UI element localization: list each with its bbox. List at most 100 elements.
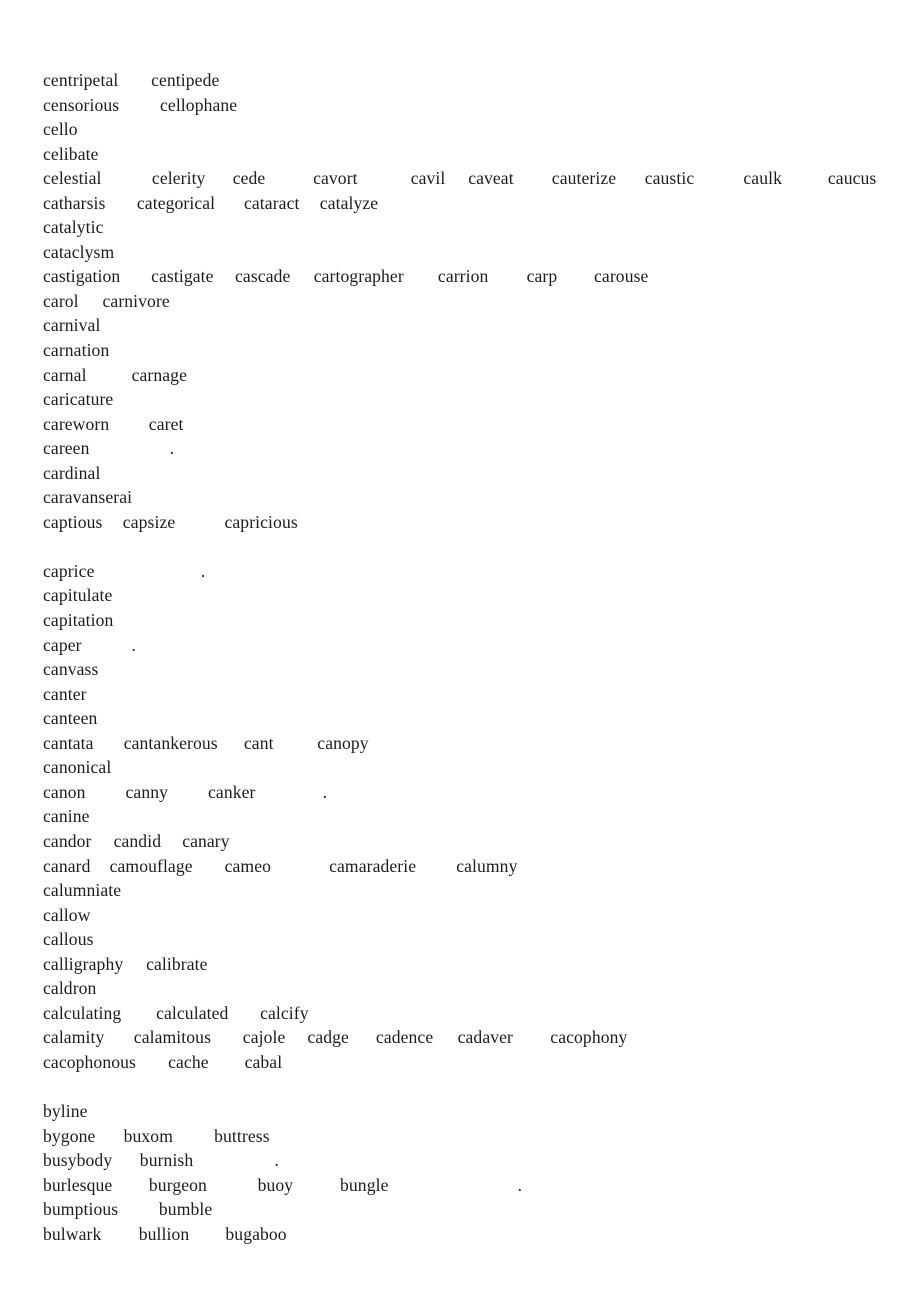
period-mark: . (517, 1174, 523, 1195)
word-line: cacophonous cache cabal (43, 1050, 903, 1075)
word: celerity (151, 168, 206, 189)
word-line: carnal carnage (43, 363, 903, 388)
word: calumniate (43, 880, 122, 901)
word-line: canteen (43, 706, 903, 731)
word: bulwark (43, 1223, 102, 1244)
word: capsize (122, 511, 176, 532)
word: capricious (224, 511, 298, 532)
word-line: callow (43, 903, 903, 928)
word: cacophony (550, 1027, 628, 1048)
word: caravanserai (43, 487, 133, 508)
word: cavort (313, 168, 358, 189)
word: candid (113, 830, 162, 851)
word: canter (43, 683, 87, 704)
word: caucus (827, 168, 877, 189)
word-list: centripetal centipede censorious cellophane… (43, 68, 903, 1246)
period-mark: . (131, 634, 136, 655)
word-line: careen. (43, 436, 903, 461)
word: bullion (138, 1223, 190, 1244)
word: cabal (244, 1051, 283, 1072)
word-line: busybody burnish. (43, 1148, 903, 1173)
word-line: caravanserai (43, 485, 903, 510)
word-line: cello (43, 117, 903, 142)
word: buoy (257, 1174, 294, 1195)
word-line: calumniate (43, 878, 903, 903)
word: callow (43, 904, 91, 925)
word: caustic (644, 168, 695, 189)
word-line: bumptious bumble (43, 1197, 903, 1222)
word: cascade (235, 266, 291, 287)
word-line: censorious cellophane (43, 93, 903, 118)
word: burgeon (148, 1174, 207, 1195)
word-line: calligraphy calibrate (43, 952, 903, 977)
word-line: candor candid canary (43, 829, 903, 854)
word: carnivore (102, 290, 170, 311)
word-line: catharsis categorical cataract catalyze (43, 191, 903, 216)
word: censorious (43, 94, 120, 115)
word: burnish (139, 1150, 194, 1171)
word: camaraderie (329, 855, 417, 876)
word: caprice (43, 560, 95, 581)
word: carnage (131, 364, 187, 385)
word: cede (232, 168, 266, 189)
word: castigate (151, 266, 214, 287)
word: cadge (307, 1027, 349, 1048)
word: catalytic (43, 217, 104, 238)
word: castigation (43, 266, 121, 287)
word-line: caper. (43, 633, 903, 658)
word-line: celibate (43, 142, 903, 167)
word: cardinal (43, 462, 101, 483)
word-line: castigation castigate cascade cartographer c… (43, 264, 903, 289)
word: careworn (43, 413, 110, 434)
word: bygone (43, 1125, 96, 1146)
word: celibate (43, 143, 99, 164)
word: canonical (43, 757, 112, 778)
word: cavil (410, 168, 446, 189)
word: buttress (214, 1125, 270, 1146)
word: calcify (260, 1002, 309, 1023)
word-line: callous (43, 927, 903, 952)
word: cataclysm (43, 241, 115, 262)
word: cacophonous (43, 1051, 136, 1072)
word: candor (43, 830, 92, 851)
word: cant (243, 732, 274, 753)
word: caveat (468, 168, 514, 189)
word: capitation (43, 610, 114, 631)
word: bumptious (43, 1199, 119, 1220)
word-line: canonical (43, 755, 903, 780)
word: bumble (158, 1199, 213, 1220)
word-line: cantata cantankerous cant canopy (43, 731, 903, 756)
word: canvass (43, 659, 99, 680)
word: cadence (375, 1027, 434, 1048)
word: careen (43, 438, 90, 459)
word: cauterize (551, 168, 617, 189)
word: cameo (224, 855, 272, 876)
word: cello (43, 119, 78, 140)
word: byline (43, 1100, 88, 1121)
word: calamity (43, 1027, 105, 1048)
word: carnal (43, 364, 87, 385)
word: caper (43, 634, 82, 655)
word: cellophane (160, 94, 238, 115)
word: calligraphy (43, 953, 124, 974)
word-line: carol carnivore (43, 289, 903, 314)
word-line: canter (43, 682, 903, 707)
word: canard (43, 855, 91, 876)
word-line: celestial celerity cede cavort cavil caveat ca… (43, 166, 903, 191)
word: calumny (456, 855, 518, 876)
word: carrion (437, 266, 489, 287)
word-line: canvass (43, 657, 903, 682)
word: celestial (43, 168, 102, 189)
word: cajole (242, 1027, 286, 1048)
word-line: carnival (43, 313, 903, 338)
word: cataract (243, 192, 300, 213)
word-line: burlesque burgeon buoy bungle. (43, 1173, 903, 1198)
word-line: canard camouflage cameo camaraderie calumny (43, 854, 903, 879)
document-page: centripetal centipede censorious cellophane… (0, 0, 920, 1302)
word-line: captious capsize capricious (43, 510, 903, 535)
word-line: caldron (43, 976, 903, 1001)
word: canary (182, 830, 230, 851)
word-line: calamity calamitous cajole cadge cadence cada… (43, 1025, 903, 1050)
